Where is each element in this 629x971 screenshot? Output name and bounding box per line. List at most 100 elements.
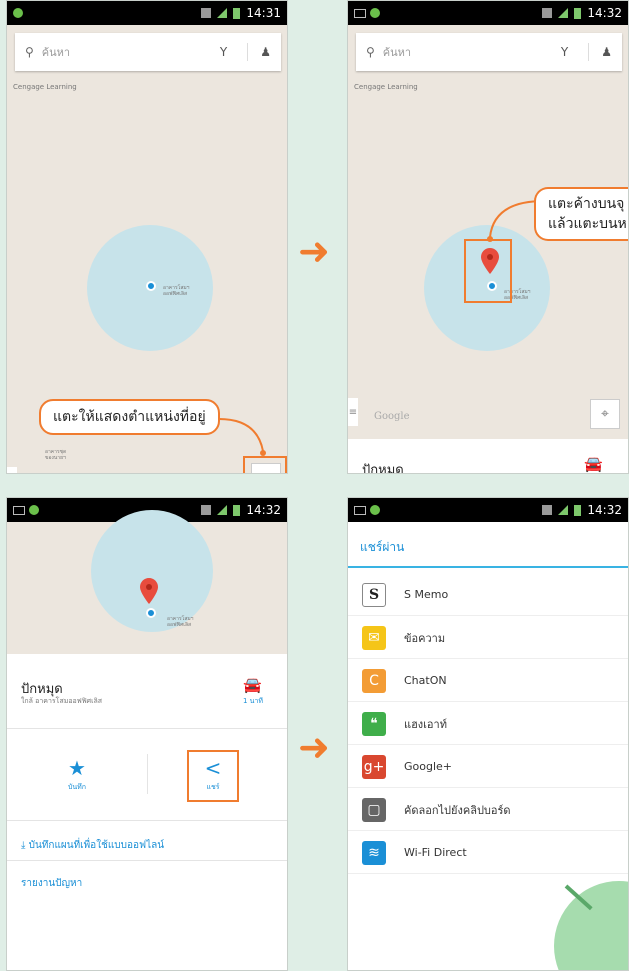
- save-offline-link[interactable]: ⤓ บันทึกแผนที่เพื่อใช้แบบออฟไลน์: [21, 838, 164, 853]
- save-offline-label: บันทึกแผนที่เพื่อใช้แบบออฟไลน์: [28, 840, 165, 851]
- clock: 14:31: [246, 6, 281, 20]
- divider: [7, 860, 287, 861]
- share-target-label: คัดลอกไปยังคลิปบอร์ด: [404, 803, 511, 817]
- share-target-label: ข้อความ: [404, 631, 446, 645]
- share-target-label: S Memo: [404, 588, 449, 601]
- place-details-panel: ปักหมุด ใกล้ อาคารโสมออฟฟิศเลิส 🚘 1 นาที…: [7, 654, 287, 970]
- image-notification-icon: [354, 8, 366, 18]
- share-target-label: Wi-Fi Direct: [404, 846, 467, 859]
- place-card[interactable]: ปักหมุด ใกล้ อาคารโสมออฟฟิศเลิส 🚘 1 นาที: [348, 439, 628, 474]
- screen-place-details: 14:32 อาคารโสมฯ ออฟฟิศเลิส ปักหมุด ใกล้ …: [6, 497, 288, 971]
- share-target-item[interactable]: S S Memo: [348, 574, 628, 616]
- map-menu-handle[interactable]: ≡: [7, 467, 17, 473]
- my-location-dot: [146, 608, 156, 618]
- screen-share-dialog: 14:32 แชร์ผ่าน S S Memo ✉ ข้อความ C ChatON ❝ แฮ…: [347, 497, 629, 971]
- search-icon: ⚲: [25, 45, 34, 59]
- divider: [7, 820, 287, 821]
- share-target-item[interactable]: ≋ Wi-Fi Direct: [348, 832, 628, 874]
- title-divider: [348, 566, 628, 568]
- building-label: อาคารโสมฯ ออฟฟิศเลิส: [163, 285, 190, 297]
- account-icon[interactable]: ♟: [601, 45, 612, 59]
- highlight-share-button: [187, 750, 239, 802]
- callout-press-pin: แตะค้างบนจุ แล้วแตะบนห: [534, 187, 628, 241]
- message-icon: ✉: [362, 625, 386, 650]
- battery-icon: [574, 504, 582, 516]
- signal-icon: [217, 8, 228, 18]
- car-icon[interactable]: 🚘: [584, 455, 603, 473]
- share-target-label: แฮงเอาท์: [404, 717, 447, 731]
- share-dialog-title: แชร์ผ่าน: [360, 540, 405, 554]
- image-notification-icon: [354, 505, 366, 515]
- battery-icon: [233, 504, 241, 516]
- clipboard-icon: ▢: [362, 797, 386, 822]
- directions-icon[interactable]: Y: [561, 45, 568, 59]
- divider: [7, 728, 287, 729]
- place-address: ใกล้ อาคารโสมออฟฟิศเลิส: [21, 697, 103, 705]
- callout-show-location: แตะให้แสดงตำแหน่งที่อยู่: [39, 399, 220, 435]
- share-target-item[interactable]: g+ Google+: [348, 746, 628, 788]
- my-location-dot: [146, 281, 156, 291]
- signal-icon: [558, 8, 569, 18]
- callout-line-1: แตะค้างบนจุ: [548, 196, 625, 212]
- google-logo: Google: [374, 411, 410, 422]
- highlight-pin: [464, 239, 512, 303]
- search-input[interactable]: ค้นหา: [42, 43, 220, 61]
- chaton-icon: C: [362, 668, 386, 693]
- status-bar: 14:31: [7, 1, 287, 25]
- share-target-item[interactable]: ❝ แฮงเอาท์: [348, 703, 628, 745]
- directions-icon[interactable]: Y: [220, 45, 227, 59]
- signal-icon: [558, 505, 569, 515]
- status-bar: 14:32: [348, 498, 628, 522]
- map-poi-label: อาคารชุด ของนายฯ: [45, 449, 67, 461]
- search-bar[interactable]: ⚲ ค้นหา Y ♟: [356, 33, 622, 71]
- share-target-label: ChatON: [404, 674, 447, 687]
- account-icon[interactable]: ♟: [260, 45, 271, 59]
- search-divider: [588, 43, 590, 61]
- download-icon: ⤓: [21, 840, 26, 851]
- callout-line-2: แล้วแตะบนห: [548, 216, 627, 232]
- crosshair-icon: ⌖: [601, 406, 609, 422]
- image-notification-icon: [13, 505, 25, 515]
- app-notification-icon: [370, 8, 380, 18]
- mute-icon: [542, 505, 553, 515]
- share-target-label: Google+: [404, 760, 453, 773]
- app-notification-icon: [13, 8, 23, 18]
- my-location-button[interactable]: ⌖: [590, 399, 620, 429]
- app-notification-icon: [29, 505, 39, 515]
- share-target-item[interactable]: C ChatON: [348, 660, 628, 702]
- share-target-item[interactable]: ▢ คัดลอกไปยังคลิปบอร์ด: [348, 789, 628, 831]
- save-label: บันทึก: [67, 783, 87, 791]
- clock: 14:32: [587, 6, 622, 20]
- map-menu-handle[interactable]: ≡: [348, 398, 358, 426]
- search-bar[interactable]: ⚲ ค้นหา Y ♟: [15, 33, 281, 71]
- wifi-direct-icon: ≋: [362, 840, 386, 865]
- dropped-pin-icon: [140, 578, 158, 604]
- divider: [147, 754, 148, 794]
- share-target-item[interactable]: ✉ ข้อความ: [348, 617, 628, 659]
- tutorial-canvas: 14:31 ⚲ ค้นหา Y ♟ Cengage Learning อาคาร…: [0, 0, 629, 971]
- google-plus-icon: g+: [362, 754, 386, 779]
- next-step-arrow-icon: ➜: [298, 725, 330, 769]
- save-button[interactable]: ★ บันทึก: [57, 756, 97, 793]
- car-icon[interactable]: 🚘: [243, 676, 262, 694]
- building-label: อาคารโสมฯ ออฟฟิศเลิส: [167, 616, 194, 628]
- mute-icon: [201, 505, 212, 515]
- map-place-label: Cengage Learning: [13, 83, 77, 91]
- mute-icon: [201, 8, 212, 18]
- battery-icon: [233, 7, 241, 19]
- place-name: ปักหมุด: [362, 463, 404, 474]
- app-notification-icon: [370, 505, 380, 515]
- report-problem-link[interactable]: รายงานปัญหา: [21, 876, 82, 891]
- clock: 14:32: [246, 503, 281, 517]
- star-icon: ★: [68, 756, 86, 780]
- s-memo-icon: S: [362, 582, 386, 607]
- next-step-arrow-icon: ➜: [298, 229, 330, 273]
- map-place-label: Cengage Learning: [354, 83, 418, 91]
- mute-icon: [542, 8, 553, 18]
- clock: 14:32: [587, 503, 622, 517]
- search-icon: ⚲: [366, 45, 375, 59]
- screen-map-default: 14:31 ⚲ ค้นหา Y ♟ Cengage Learning อาคาร…: [6, 0, 288, 474]
- drive-time: 1 นาที: [243, 697, 264, 705]
- search-input[interactable]: ค้นหา: [383, 43, 561, 61]
- hangouts-icon: ❝: [362, 711, 386, 736]
